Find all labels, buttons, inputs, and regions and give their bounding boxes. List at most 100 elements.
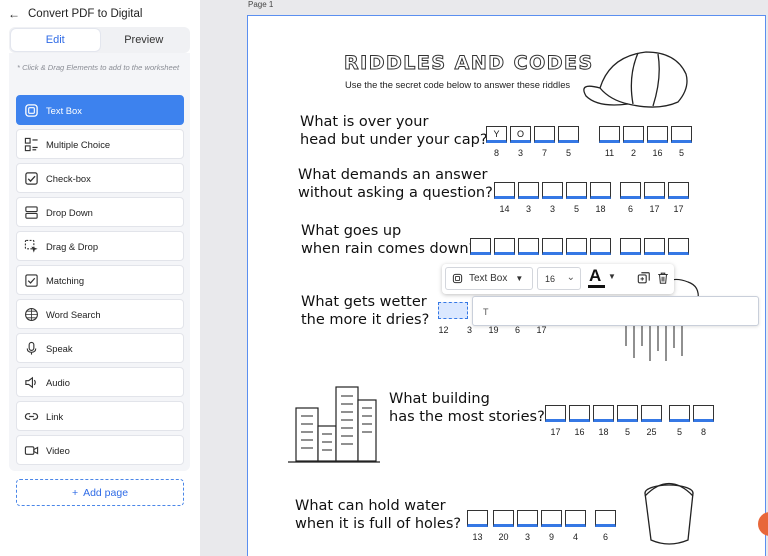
answer-box[interactable]: O (510, 126, 531, 143)
element-label: Word Search (46, 308, 101, 320)
code-number: 25 (646, 427, 657, 437)
answer-box[interactable] (534, 126, 555, 143)
code-number: 17 (550, 427, 561, 437)
riddle-4-question: What gets wetter the more it dries? (301, 294, 430, 328)
page-label: Page 1 (248, 0, 274, 9)
matching-icon (25, 273, 38, 287)
answer-box[interactable] (542, 182, 563, 199)
element-label: Drag & Drop (46, 240, 99, 252)
element-type-label: Text Box (469, 273, 508, 284)
code-number: 3 (466, 325, 472, 335)
code-number: 11 (604, 148, 615, 158)
answer-box[interactable] (518, 182, 539, 199)
answer-box[interactable] (517, 510, 538, 527)
text-box-input[interactable]: T (472, 296, 759, 326)
element-label: Check-box (46, 172, 91, 184)
element-label: Matching (46, 274, 85, 286)
element-label: Drop Down (46, 206, 93, 218)
code-number: 3 (549, 204, 555, 214)
answer-box[interactable] (566, 182, 587, 199)
answer-box[interactable] (590, 182, 611, 199)
element-audio[interactable]: Audio (16, 367, 184, 397)
code-number: 17 (649, 204, 660, 214)
answer-box[interactable] (593, 405, 614, 422)
tab-edit[interactable]: Edit (11, 29, 100, 51)
element-speak[interactable]: Speak (16, 333, 184, 363)
video-icon (24, 445, 39, 455)
answer-box[interactable] (617, 405, 638, 422)
answer-box[interactable] (493, 510, 514, 527)
answer-box[interactable] (565, 510, 586, 527)
code-number: 6 (514, 325, 520, 335)
answer-box[interactable] (623, 126, 644, 143)
sidebar: ← Convert PDF to Digital Edit Preview * … (0, 0, 200, 556)
answer-box[interactable] (668, 182, 689, 199)
add-page-button[interactable]: + Add page (16, 479, 184, 506)
header: ← Convert PDF to Digital (8, 6, 142, 22)
drop-down-icon (25, 205, 38, 219)
answer-box[interactable] (671, 126, 692, 143)
chevron-down-icon: ⌄ (566, 272, 575, 283)
text-color-picker[interactable]: A ▼ (587, 266, 619, 292)
link-icon (24, 412, 39, 420)
element-drag-drop[interactable]: Drag & Drop (16, 231, 184, 261)
answer-box[interactable] (590, 238, 611, 255)
answer-box[interactable] (569, 405, 590, 422)
element-label: Link (46, 410, 64, 422)
answer-box[interactable] (595, 510, 616, 527)
answer-box[interactable] (545, 405, 566, 422)
font-size-select[interactable]: 16 ⌄ (537, 267, 581, 290)
multiple-choice-icon (24, 137, 38, 151)
answer-box[interactable] (644, 238, 665, 255)
back-arrow-icon[interactable]: ← (8, 8, 20, 20)
answer-box[interactable] (647, 126, 668, 143)
code-number: 18 (598, 427, 609, 437)
answer-box[interactable] (542, 238, 563, 255)
element-label: Multiple Choice (46, 138, 111, 150)
answer-box[interactable] (620, 238, 641, 255)
answer-box[interactable] (541, 510, 562, 527)
element-label: Video (46, 444, 70, 456)
element-matching[interactable]: Matching (16, 265, 184, 295)
answer-box[interactable] (641, 405, 662, 422)
element-type-select[interactable]: Text Box ▼ (445, 267, 533, 290)
word-search-icon (25, 307, 38, 321)
font-size-value: 16 (545, 273, 556, 284)
selected-answer-box[interactable] (438, 302, 468, 319)
answer-box[interactable] (558, 126, 579, 143)
answer-box[interactable] (599, 126, 620, 143)
tab-preview[interactable]: Preview (100, 29, 189, 51)
answer-box[interactable] (494, 182, 515, 199)
element-drop-down[interactable]: Drop Down (16, 197, 184, 227)
speaker-icon (25, 376, 36, 388)
worksheet-title: RIDDLES AND CODES (344, 52, 594, 75)
element-check-box[interactable]: Check-box (16, 163, 184, 193)
answer-box[interactable] (470, 238, 491, 255)
caret-down-icon: ▼ (608, 272, 616, 281)
element-text-box[interactable]: Text Box (16, 95, 184, 125)
answer-box[interactable] (518, 238, 539, 255)
answer-box[interactable] (494, 238, 515, 255)
code-number: 12 (438, 325, 449, 335)
code-number: 6 (627, 204, 633, 214)
riddle-5-question: What building has the most stories? (389, 391, 545, 425)
answer-box[interactable] (669, 405, 690, 422)
trash-icon[interactable] (656, 271, 670, 285)
answer-box[interactable]: Y (486, 126, 507, 143)
code-number: 8 (493, 148, 499, 158)
answer-box[interactable] (644, 182, 665, 199)
duplicate-icon[interactable] (637, 271, 651, 285)
answer-box[interactable] (620, 182, 641, 199)
element-link[interactable]: Link (16, 401, 184, 431)
answer-box[interactable] (668, 238, 689, 255)
answer-box[interactable] (566, 238, 587, 255)
element-word-search[interactable]: Word Search (16, 299, 184, 329)
element-multiple-choice[interactable]: Multiple Choice (16, 129, 184, 159)
code-number: 3 (524, 532, 530, 542)
answer-box[interactable] (467, 510, 488, 527)
answer-box[interactable] (693, 405, 714, 422)
element-video[interactable]: Video (16, 435, 184, 465)
riddle-6-question: What can hold water when it is full of h… (295, 498, 462, 532)
code-number: 9 (548, 532, 554, 542)
bucket-illustration (644, 482, 694, 545)
